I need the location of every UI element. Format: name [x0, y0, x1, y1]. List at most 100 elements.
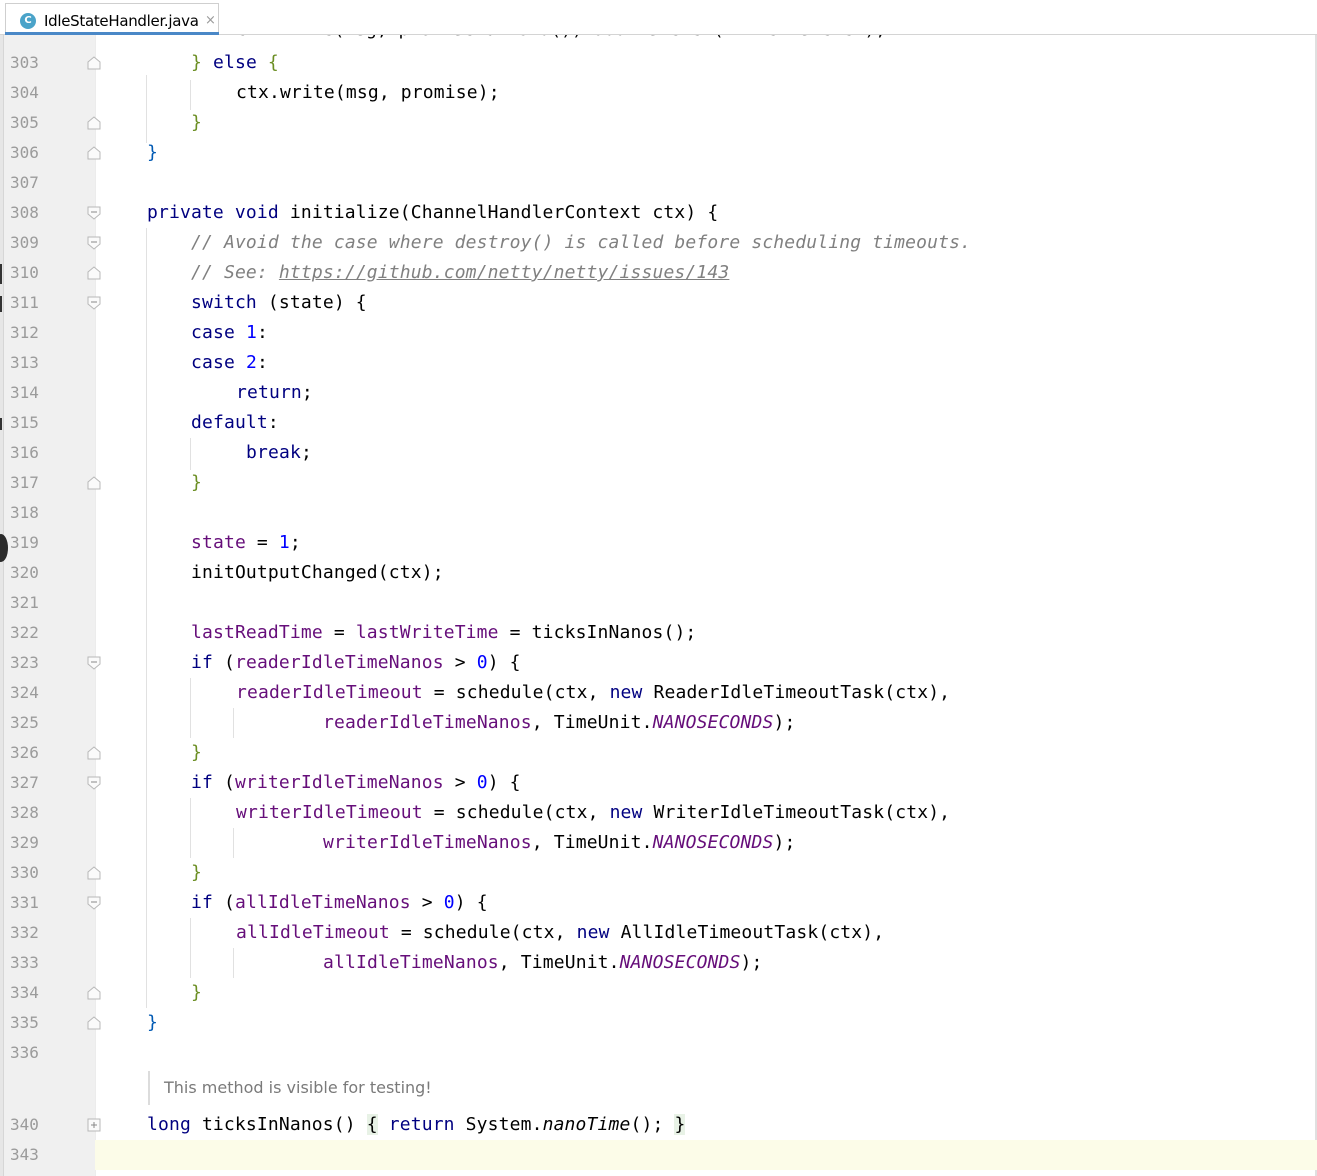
fold-end-icon[interactable]: [87, 986, 101, 1000]
comment-line[interactable]: // Avoid the case where destroy() is cal…: [191, 228, 971, 258]
keyword-token: if: [191, 892, 213, 913]
tab-idlestatehandler[interactable]: C IdleStateHandler.java ×: [5, 3, 219, 35]
line-number: 316: [10, 443, 39, 462]
line-number: 317: [10, 473, 39, 492]
code-line[interactable]: state = 1;: [191, 528, 301, 558]
number-token: 1: [245, 322, 257, 343]
code-line[interactable]: default:: [191, 408, 279, 438]
keyword-token: break: [246, 442, 301, 463]
fold-start-icon[interactable]: [87, 296, 101, 310]
comment-link[interactable]: https://github.com/netty/netty/issues/14…: [279, 262, 729, 283]
line-number: 325: [10, 713, 39, 732]
token: >: [443, 652, 477, 673]
code-line[interactable]: }: [191, 108, 202, 138]
line-number: 310: [10, 263, 39, 282]
line-number: 313: [10, 353, 39, 372]
code-line[interactable]: }: [191, 978, 202, 1008]
fold-start-icon[interactable]: [87, 206, 101, 220]
field-token: lastWriteTime: [355, 622, 499, 643]
token: (: [212, 892, 235, 913]
line-number: 335: [10, 1013, 39, 1032]
code-line[interactable]: ctx.write(msg, promise);: [236, 78, 500, 108]
fold-end-icon[interactable]: [87, 146, 101, 160]
code-line[interactable]: writerIdleTimeNanos, TimeUnit.NANOSECOND…: [323, 828, 795, 858]
code-line[interactable]: case 2:: [191, 348, 268, 378]
code-line[interactable]: writerIdleTimeout = schedule(ctx, new Wr…: [236, 798, 950, 828]
indent-guide: [146, 228, 147, 1008]
code-line[interactable]: return;: [236, 378, 313, 408]
keyword-token: long: [147, 1114, 191, 1135]
folded-brace[interactable]: {: [366, 1114, 378, 1135]
line-number: 305: [10, 113, 39, 132]
fold-end-icon[interactable]: [87, 746, 101, 760]
code-line[interactable]: private void initialize(ChannelHandlerCo…: [147, 198, 718, 228]
code-line[interactable]: if (readerIdleTimeNanos > 0) {: [191, 648, 521, 678]
code-line[interactable]: }: [191, 468, 202, 498]
indent-guide: [190, 438, 191, 470]
code-line[interactable]: }: [147, 138, 158, 168]
fold-start-icon[interactable]: [87, 896, 101, 910]
code-line[interactable]: allIdleTimeout = schedule(ctx, new AllId…: [236, 918, 884, 948]
folded-brace[interactable]: }: [674, 1114, 686, 1135]
code-line[interactable]: } else {: [191, 48, 279, 78]
fold-end-icon[interactable]: [87, 116, 101, 130]
token: :: [256, 352, 268, 373]
token: =: [245, 532, 279, 553]
fold-end-icon[interactable]: [87, 266, 101, 280]
code-line[interactable]: readerIdleTimeNanos, TimeUnit.NANOSECOND…: [323, 708, 795, 738]
code-line[interactable]: readerIdleTimeout = schedule(ctx, new Re…: [236, 678, 950, 708]
fold-expand-icon[interactable]: [87, 1118, 101, 1132]
code-line[interactable]: }: [191, 858, 202, 888]
code-line[interactable]: long ticksInNanos() { return System.nano…: [147, 1110, 686, 1140]
token: ) {: [487, 652, 521, 673]
line-number: 318: [10, 503, 39, 522]
fold-start-icon[interactable]: [87, 656, 101, 670]
gutter-edge: [0, 35, 4, 1176]
field-token: state: [191, 532, 246, 553]
line-number: 314: [10, 383, 39, 402]
method-token: nanoTime: [542, 1114, 631, 1135]
line-number: 324: [10, 683, 39, 702]
code-line[interactable]: case 1:: [191, 318, 268, 348]
clipped-line-302: 302 ctx.write(msg, promise.unvoid()).add…: [0, 35, 1317, 45]
code-line[interactable]: lastReadTime = lastWriteTime = ticksInNa…: [191, 618, 696, 648]
code-line[interactable]: // See: https://github.com/netty/netty/i…: [191, 258, 729, 288]
number-token: 0: [476, 652, 488, 673]
fold-end-icon[interactable]: [87, 56, 101, 70]
code-line[interactable]: }: [147, 1008, 158, 1038]
token: >: [443, 772, 477, 793]
comment-token: // See:: [191, 262, 279, 283]
field-token: writerIdleTimeNanos: [234, 772, 444, 793]
code-line[interactable]: allIdleTimeNanos, TimeUnit.NANOSECONDS);: [323, 948, 763, 978]
token: (state) {: [256, 292, 367, 313]
line-number: 312: [10, 323, 39, 342]
fold-start-icon[interactable]: [87, 776, 101, 790]
token: >: [410, 892, 444, 913]
tab-label: IdleStateHandler.java: [44, 12, 199, 30]
change-marker: [0, 418, 2, 430]
code-line[interactable]: }: [191, 738, 202, 768]
token: ;: [301, 382, 313, 403]
code-line[interactable]: if (allIdleTimeNanos > 0) {: [191, 888, 488, 918]
fold-end-icon[interactable]: [87, 476, 101, 490]
token: ticksInNanos(): [190, 1114, 367, 1135]
code-line[interactable]: initOutputChanged(ctx);: [191, 558, 444, 588]
number-token: 2: [245, 352, 257, 373]
fold-end-icon[interactable]: [87, 866, 101, 880]
token: =: [322, 622, 356, 643]
close-icon[interactable]: ×: [205, 13, 216, 28]
line-number: 321: [10, 593, 39, 612]
code-line[interactable]: break;: [246, 438, 312, 468]
current-line-highlight: [95, 1140, 1317, 1170]
code-line[interactable]: switch (state) {: [191, 288, 367, 318]
field-token: allIdleTimeNanos: [234, 892, 411, 913]
token: AllIdleTimeoutTask(ctx),: [609, 922, 885, 943]
token: ;: [300, 442, 312, 463]
token: = schedule(ctx,: [422, 802, 610, 823]
fold-end-icon[interactable]: [87, 1016, 101, 1030]
code-line[interactable]: if (writerIdleTimeNanos > 0) {: [191, 768, 521, 798]
line-number: 329: [10, 833, 39, 852]
rendered-doc-comment[interactable]: This method is visible for testing!: [148, 1071, 432, 1105]
fold-start-icon[interactable]: [87, 236, 101, 250]
line-number: 327: [10, 773, 39, 792]
